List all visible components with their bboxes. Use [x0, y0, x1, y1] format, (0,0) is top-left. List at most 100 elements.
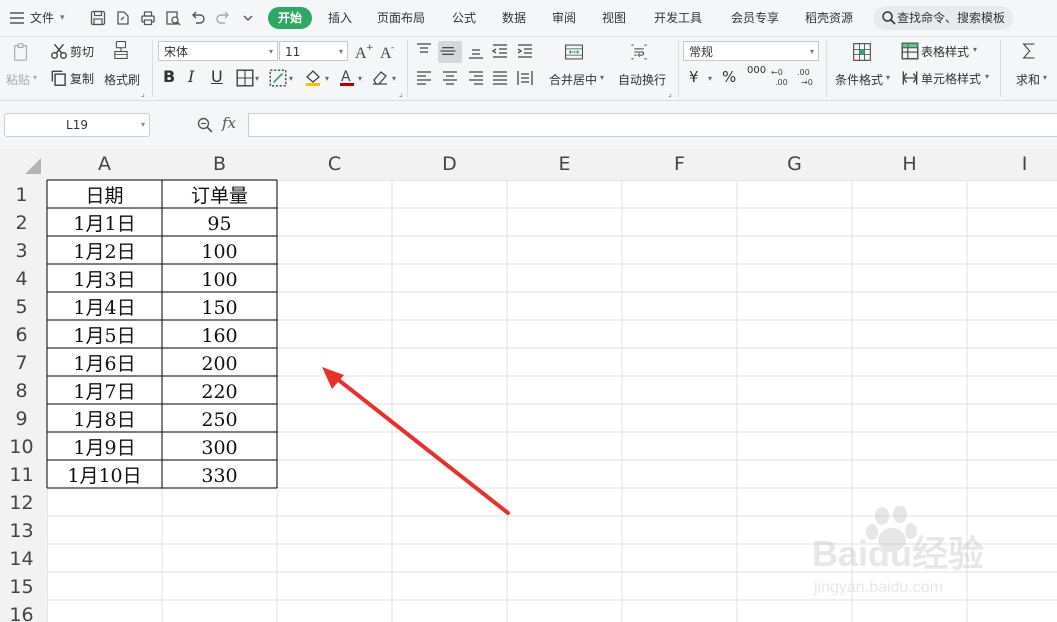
row-header-9[interactable]: 9: [15, 408, 27, 430]
paste-dropdown-icon[interactable]: ▾: [33, 73, 37, 82]
table-cell[interactable]: 300: [201, 437, 237, 459]
column-header-a[interactable]: A: [98, 153, 111, 175]
customize-toolbar-chevron-icon[interactable]: [239, 9, 257, 27]
formula-input[interactable]: [248, 113, 1057, 137]
merge-center-button[interactable]: 合并居中: [549, 71, 597, 88]
table-cell[interactable]: 1月6日: [73, 353, 135, 375]
wrap-text-button[interactable]: 自动换行: [618, 71, 666, 88]
table-cell[interactable]: 95: [207, 213, 231, 235]
font-color-icon[interactable]: A: [337, 67, 357, 87]
cell-style-dropdown-icon[interactable]: ▾: [985, 72, 989, 81]
paste-button[interactable]: 粘贴: [6, 71, 30, 88]
clear-format-eraser-icon[interactable]: [370, 67, 390, 87]
row-header-5[interactable]: 5: [15, 296, 27, 318]
table-cell[interactable]: 1月3日: [73, 269, 135, 291]
tab-insert[interactable]: 插入: [328, 7, 352, 29]
merge-center-dropdown-icon[interactable]: ▾: [600, 73, 604, 82]
tab-member[interactable]: 会员专享: [731, 7, 779, 29]
export-icon[interactable]: [114, 9, 132, 27]
tab-home[interactable]: 开始: [268, 7, 313, 29]
sum-button[interactable]: 求和: [1016, 71, 1040, 88]
clear-format-dropdown-icon[interactable]: ▾: [392, 74, 396, 83]
table-cell[interactable]: 1月5日: [73, 325, 135, 347]
undo-icon[interactable]: [189, 9, 207, 27]
table-cell[interactable]: 1月7日: [73, 381, 135, 403]
redo-icon[interactable]: [214, 9, 232, 27]
fill-color-icon[interactable]: [303, 67, 323, 87]
name-box[interactable]: L19 ▾: [4, 113, 150, 137]
insert-function-icon[interactable]: fx: [222, 114, 236, 132]
currency-button[interactable]: ¥: [689, 68, 699, 86]
merge-center-icon[interactable]: [564, 42, 590, 66]
row-header-16[interactable]: 16: [9, 604, 33, 622]
table-style-button[interactable]: 表格样式: [921, 43, 969, 60]
align-bottom-icon[interactable]: [466, 41, 486, 61]
column-header-i[interactable]: I: [1022, 153, 1028, 175]
fill-pattern-dropdown-icon[interactable]: ▾: [289, 74, 293, 83]
column-header-g[interactable]: G: [787, 153, 802, 175]
format-painter-icon[interactable]: [111, 40, 135, 66]
row-header-11[interactable]: 11: [9, 464, 33, 486]
conditional-format-button[interactable]: 条件格式: [835, 71, 883, 88]
hamburger-menu-icon[interactable]: [8, 9, 26, 27]
name-box-chevron-icon[interactable]: ▾: [141, 114, 145, 136]
table-cell[interactable]: 100: [201, 241, 237, 263]
tab-formulas[interactable]: 公式: [452, 7, 476, 29]
table-cell[interactable]: 220: [201, 381, 237, 403]
fill-color-dropdown-icon[interactable]: ▾: [325, 74, 329, 83]
align-left-icon[interactable]: [414, 68, 434, 88]
wrap-text-icon[interactable]: [629, 42, 655, 66]
format-painter-button[interactable]: 格式刷: [104, 71, 140, 88]
column-header-c[interactable]: C: [328, 153, 341, 175]
decrease-indent-icon[interactable]: [490, 41, 510, 61]
row-header-10[interactable]: 10: [9, 436, 33, 458]
row-header-15[interactable]: 15: [9, 576, 33, 598]
font-color-dropdown-icon[interactable]: ▾: [358, 74, 362, 83]
column-header-b[interactable]: B: [213, 153, 226, 175]
sum-sigma-icon[interactable]: [1019, 41, 1041, 67]
cell-style-icon[interactable]: [900, 68, 918, 86]
underline-button[interactable]: U: [211, 67, 223, 86]
borders-dropdown-icon[interactable]: ▾: [255, 74, 259, 83]
align-center-icon[interactable]: [440, 68, 460, 88]
table-cell[interactable]: 150: [201, 297, 237, 319]
row-header-2[interactable]: 2: [15, 212, 27, 234]
row-header-3[interactable]: 3: [15, 240, 27, 262]
cut-button[interactable]: 剪切: [70, 43, 94, 60]
print-icon[interactable]: [139, 9, 157, 27]
font-dialog-launcher-icon[interactable]: ⌟: [399, 89, 403, 98]
tab-data[interactable]: 数据: [502, 7, 526, 29]
font-size-select[interactable]: 11 ▾: [279, 41, 348, 61]
italic-button[interactable]: I: [188, 67, 194, 86]
copy-icon[interactable]: [49, 68, 67, 86]
row-header-13[interactable]: 13: [9, 520, 33, 542]
number-format-select[interactable]: 常规 ▾: [683, 41, 819, 61]
font-name-select[interactable]: 宋体 ▾: [158, 41, 278, 61]
row-header-14[interactable]: 14: [9, 548, 33, 570]
row-header-7[interactable]: 7: [15, 352, 27, 374]
table-style-icon[interactable]: [900, 41, 919, 60]
row-header-4[interactable]: 4: [15, 268, 27, 290]
table-cell[interactable]: 1月10日: [67, 465, 141, 487]
scissors-icon[interactable]: [49, 41, 67, 59]
conditional-format-icon[interactable]: [852, 42, 876, 66]
align-top-icon[interactable]: [414, 41, 434, 61]
table-cell[interactable]: 160: [201, 325, 237, 347]
copy-button[interactable]: 复制: [70, 70, 94, 87]
justify-icon[interactable]: [490, 68, 510, 88]
tab-docer-resources[interactable]: 稻壳资源: [805, 7, 853, 29]
column-header-h[interactable]: H: [902, 153, 916, 175]
fill-pattern-icon[interactable]: [268, 68, 287, 87]
zoom-magnifier-icon[interactable]: [196, 116, 214, 134]
tab-review[interactable]: 审阅: [552, 7, 576, 29]
row-header-1[interactable]: 1: [15, 184, 27, 206]
percent-button[interactable]: %: [722, 68, 736, 86]
tab-view[interactable]: 视图: [602, 7, 626, 29]
distributed-align-icon[interactable]: [515, 68, 535, 88]
column-header-e[interactable]: E: [558, 153, 570, 175]
sum-dropdown-icon[interactable]: ▾: [1043, 73, 1047, 82]
file-menu[interactable]: 文件: [30, 0, 54, 36]
conditional-format-dropdown-icon[interactable]: ▾: [886, 73, 890, 82]
file-menu-chevron-icon[interactable]: ▾: [60, 0, 65, 36]
row-header-6[interactable]: 6: [15, 324, 27, 346]
